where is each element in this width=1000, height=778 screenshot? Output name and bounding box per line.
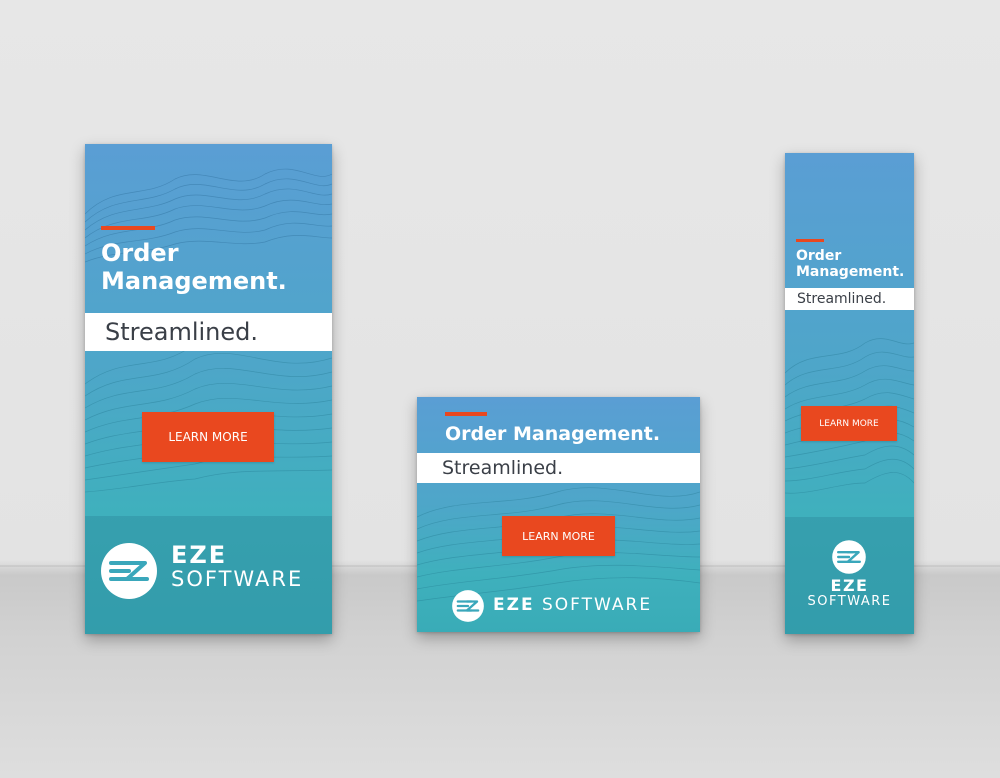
headline: Order Management. (101, 239, 287, 295)
subhead-strip: Streamlined. (417, 453, 700, 483)
accent-bar (445, 412, 487, 416)
accent-bar (796, 239, 824, 242)
eze-logo-icon (452, 590, 484, 622)
cta-label: LEARN MORE (522, 529, 595, 543)
headline: Order Management. (445, 423, 661, 445)
subhead: Streamlined. (442, 457, 564, 479)
vertical-banner[interactable]: Order Management. Streamlined. LEARN MOR… (785, 153, 914, 634)
brand-line-2: SOFTWARE (541, 595, 653, 615)
brand-name: EZE SOFTWARE (785, 576, 914, 610)
subhead-strip: Streamlined. (85, 313, 332, 351)
subhead: Streamlined. (105, 318, 259, 346)
eze-logo-icon (832, 540, 866, 574)
cta-label: LEARN MORE (168, 430, 248, 444)
eze-logo-icon (101, 543, 157, 599)
headline-line-2: Management. (796, 264, 905, 281)
brand-line-2: SOFTWARE (171, 567, 304, 592)
subhead: Streamlined. (797, 291, 887, 307)
brand-line-1: EZE (171, 541, 228, 569)
headline-line-2: Management. (101, 266, 287, 295)
brand-name: EZE SOFTWARE (171, 542, 303, 591)
brand-line-2: SOFTWARE (807, 594, 892, 610)
brand-line-1: EZE (493, 595, 535, 615)
learn-more-button[interactable]: LEARN MORE (502, 516, 615, 556)
brand-line-1: EZE (830, 576, 869, 595)
headline-line-1: Order (101, 239, 179, 267)
learn-more-button[interactable]: LEARN MORE (142, 412, 274, 462)
rectangle-banner[interactable]: Order Management. Streamlined. LEARN MOR… (417, 397, 700, 632)
cta-label: LEARN MORE (819, 418, 879, 429)
accent-bar (101, 226, 155, 230)
learn-more-button[interactable]: LEARN MORE (801, 406, 897, 441)
headline-line-1: Order (796, 248, 842, 264)
brand-name: EZE SOFTWARE (493, 595, 652, 615)
skyscraper-banner[interactable]: Order Management. Streamlined. LEARN MOR… (85, 144, 332, 634)
subhead-strip: Streamlined. (785, 288, 914, 310)
headline: Order Management. (796, 248, 904, 280)
